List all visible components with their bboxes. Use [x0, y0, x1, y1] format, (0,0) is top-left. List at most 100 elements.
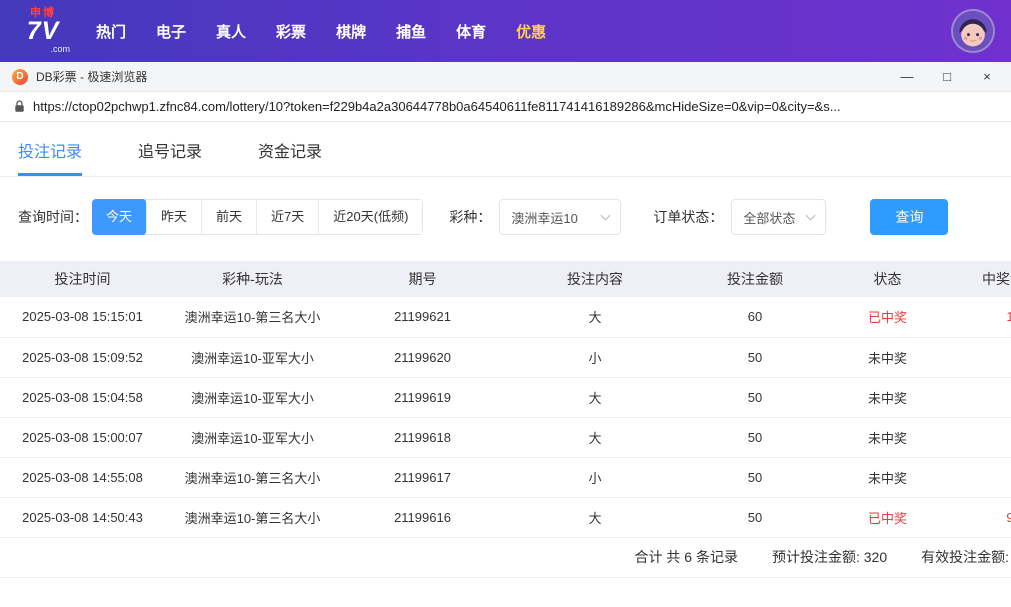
record-tabs: 投注记录 追号记录 资金记录	[0, 122, 1011, 177]
nav-item-board-games[interactable]: 棋牌	[336, 21, 366, 42]
cell-game-play: 澳洲幸运10-第三名大小	[165, 457, 340, 498]
cell-prize	[950, 377, 1011, 418]
time-filter-label: 查询时间：	[18, 209, 88, 225]
cell-issue: 21199618	[340, 417, 505, 458]
lottery-select-value: 澳洲幸运10	[511, 210, 578, 226]
cell-status: 未中奖	[825, 457, 950, 498]
cell-bet-amount: 50	[685, 417, 825, 458]
lottery-select[interactable]: 澳洲幸运10	[499, 199, 622, 235]
cell-bet-time: 2025-03-08 15:04:58	[0, 377, 165, 418]
brand-logo[interactable]: 申博 7V .com	[16, 8, 70, 54]
cell-game-play: 澳洲幸运10-亚军大小	[165, 337, 340, 378]
order-status-value: 全部状态	[743, 210, 796, 226]
cell-issue: 21199616	[340, 497, 505, 538]
cell-game-play: 澳洲幸运10-亚军大小	[165, 377, 340, 418]
cell-bet-amount: 50	[685, 457, 825, 498]
table-row: 2025-03-08 14:50:43 澳洲幸运10-第三名大小 2119961…	[0, 497, 1011, 538]
nav-item-promotions[interactable]: 优惠	[516, 21, 546, 42]
nav-item-live[interactable]: 真人	[216, 21, 246, 42]
cell-prize	[950, 417, 1011, 458]
cell-bet-amount: 50	[685, 377, 825, 418]
site-favicon-icon: D	[12, 68, 28, 85]
table-row: 2025-03-08 15:04:58 澳洲幸运10-亚军大小 21199619…	[0, 377, 1011, 418]
nav-item-sports[interactable]: 体育	[456, 21, 486, 42]
nav-item-electronic[interactable]: 电子	[156, 21, 186, 42]
filter-bar: 查询时间： 今天 昨天 前天 近7天 近20天(低频) 彩种： 澳洲幸运10 订…	[0, 177, 1011, 235]
cell-game-play: 澳洲幸运10-亚军大小	[165, 417, 340, 458]
cell-bet-content: 大	[505, 297, 685, 338]
cell-status: 未中奖	[825, 417, 950, 458]
cell-bet-amount: 50	[685, 497, 825, 538]
main-menu: 热门 电子 真人 彩票 棋牌 捕鱼 体育 优惠	[96, 21, 951, 42]
url-text: https://ctop02pchwp1.zfnc84.com/lottery/…	[33, 99, 841, 114]
table-header-row: 投注时间 彩种-玩法 期号 投注内容 投注金额 状态 中奖金额	[0, 261, 1011, 297]
avatar-image	[953, 11, 993, 51]
order-status-select[interactable]: 全部状态	[731, 199, 827, 235]
col-header-status: 状态	[825, 261, 950, 297]
nav-item-fishing[interactable]: 捕鱼	[396, 21, 426, 42]
nav-item-hot[interactable]: 热门	[96, 21, 126, 42]
col-header-game-play: 彩种-玩法	[165, 261, 340, 297]
cell-bet-content: 小	[505, 457, 685, 498]
summary-bar: 合计 共 6 条记录 预计投注金额: 320 有效投注金额:	[0, 538, 1011, 578]
cell-game-play: 澳洲幸运10-第三名大小	[165, 497, 340, 538]
valid-bet-amount-label: 有效投注金额:	[921, 549, 1009, 565]
bet-records-table: 投注时间 彩种-玩法 期号 投注内容 投注金额 状态 中奖金额 2025-03-…	[0, 261, 1011, 538]
cell-bet-time: 2025-03-08 14:50:43	[0, 497, 165, 538]
logo-text-main: 7V	[26, 17, 60, 45]
minimize-button[interactable]: —	[899, 69, 915, 84]
cell-game-play: 澳洲幸运10-第三名大小	[165, 297, 340, 338]
chevron-down-icon	[805, 210, 816, 221]
cell-bet-content: 小	[505, 337, 685, 378]
cell-bet-time: 2025-03-08 14:55:08	[0, 457, 165, 498]
window-titlebar: D DB彩票 - 极速浏览器 — □ ×	[0, 62, 1011, 92]
cell-bet-content: 大	[505, 417, 685, 458]
cell-issue: 21199619	[340, 377, 505, 418]
col-header-bet-amount: 投注金额	[685, 261, 825, 297]
time-range-group: 今天 昨天 前天 近7天 近20天(低频)	[92, 199, 424, 235]
time-option-last-20-days[interactable]: 近20天(低频)	[319, 200, 423, 234]
cell-prize	[950, 337, 1011, 378]
time-option-day-before[interactable]: 前天	[202, 200, 258, 234]
nav-item-lottery[interactable]: 彩票	[276, 21, 306, 42]
col-header-bet-content: 投注内容	[505, 261, 685, 297]
time-option-today[interactable]: 今天	[92, 199, 148, 235]
time-option-last-7-days[interactable]: 近7天	[257, 200, 320, 234]
maximize-button[interactable]: □	[939, 69, 955, 84]
address-bar[interactable]: https://ctop02pchwp1.zfnc84.com/lottery/…	[0, 92, 1011, 122]
cell-prize: 1	[950, 297, 1011, 338]
col-header-issue: 期号	[340, 261, 505, 297]
query-button[interactable]: 查询	[870, 199, 949, 235]
cell-issue: 21199620	[340, 337, 505, 378]
cell-bet-content: 大	[505, 497, 685, 538]
user-avatar[interactable]	[951, 9, 995, 53]
cell-bet-amount: 60	[685, 297, 825, 338]
top-navigation: 申博 7V .com 热门 电子 真人 彩票 棋牌 捕鱼 体育 优惠	[0, 0, 1011, 62]
col-header-bet-time: 投注时间	[0, 261, 165, 297]
col-header-prize: 中奖金额	[950, 261, 1011, 297]
time-option-yesterday[interactable]: 昨天	[147, 200, 203, 234]
cell-status: 未中奖	[825, 377, 950, 418]
cell-bet-time: 2025-03-08 15:09:52	[0, 337, 165, 378]
cell-status: 已中奖	[825, 297, 950, 338]
tab-chase-records[interactable]: 追号记录	[138, 138, 202, 176]
close-button[interactable]: ×	[979, 69, 995, 84]
cell-status: 已中奖	[825, 497, 950, 538]
lock-icon	[14, 100, 25, 113]
chevron-down-icon	[600, 210, 611, 221]
logo-text-sub: .com	[50, 44, 70, 54]
tab-fund-records[interactable]: 资金记录	[258, 138, 322, 176]
expected-bet-amount: 预计投注金额: 320	[771, 549, 888, 565]
cell-status: 未中奖	[825, 337, 950, 378]
window-controls: — □ ×	[899, 69, 999, 84]
total-records-text: 合计 共 6 条记录	[634, 549, 738, 565]
table-row: 2025-03-08 15:15:01 澳洲幸运10-第三名大小 2119962…	[0, 297, 1011, 338]
order-status-label: 订单状态：	[653, 209, 724, 225]
cell-bet-amount: 50	[685, 337, 825, 378]
table-row: 2025-03-08 14:55:08 澳洲幸运10-第三名大小 2119961…	[0, 457, 1011, 498]
cell-bet-time: 2025-03-08 15:15:01	[0, 297, 165, 338]
cell-prize	[950, 457, 1011, 498]
table-row: 2025-03-08 15:09:52 澳洲幸运10-亚军大小 21199620…	[0, 337, 1011, 378]
cell-issue: 21199621	[340, 297, 505, 338]
tab-bet-records[interactable]: 投注记录	[18, 138, 83, 176]
